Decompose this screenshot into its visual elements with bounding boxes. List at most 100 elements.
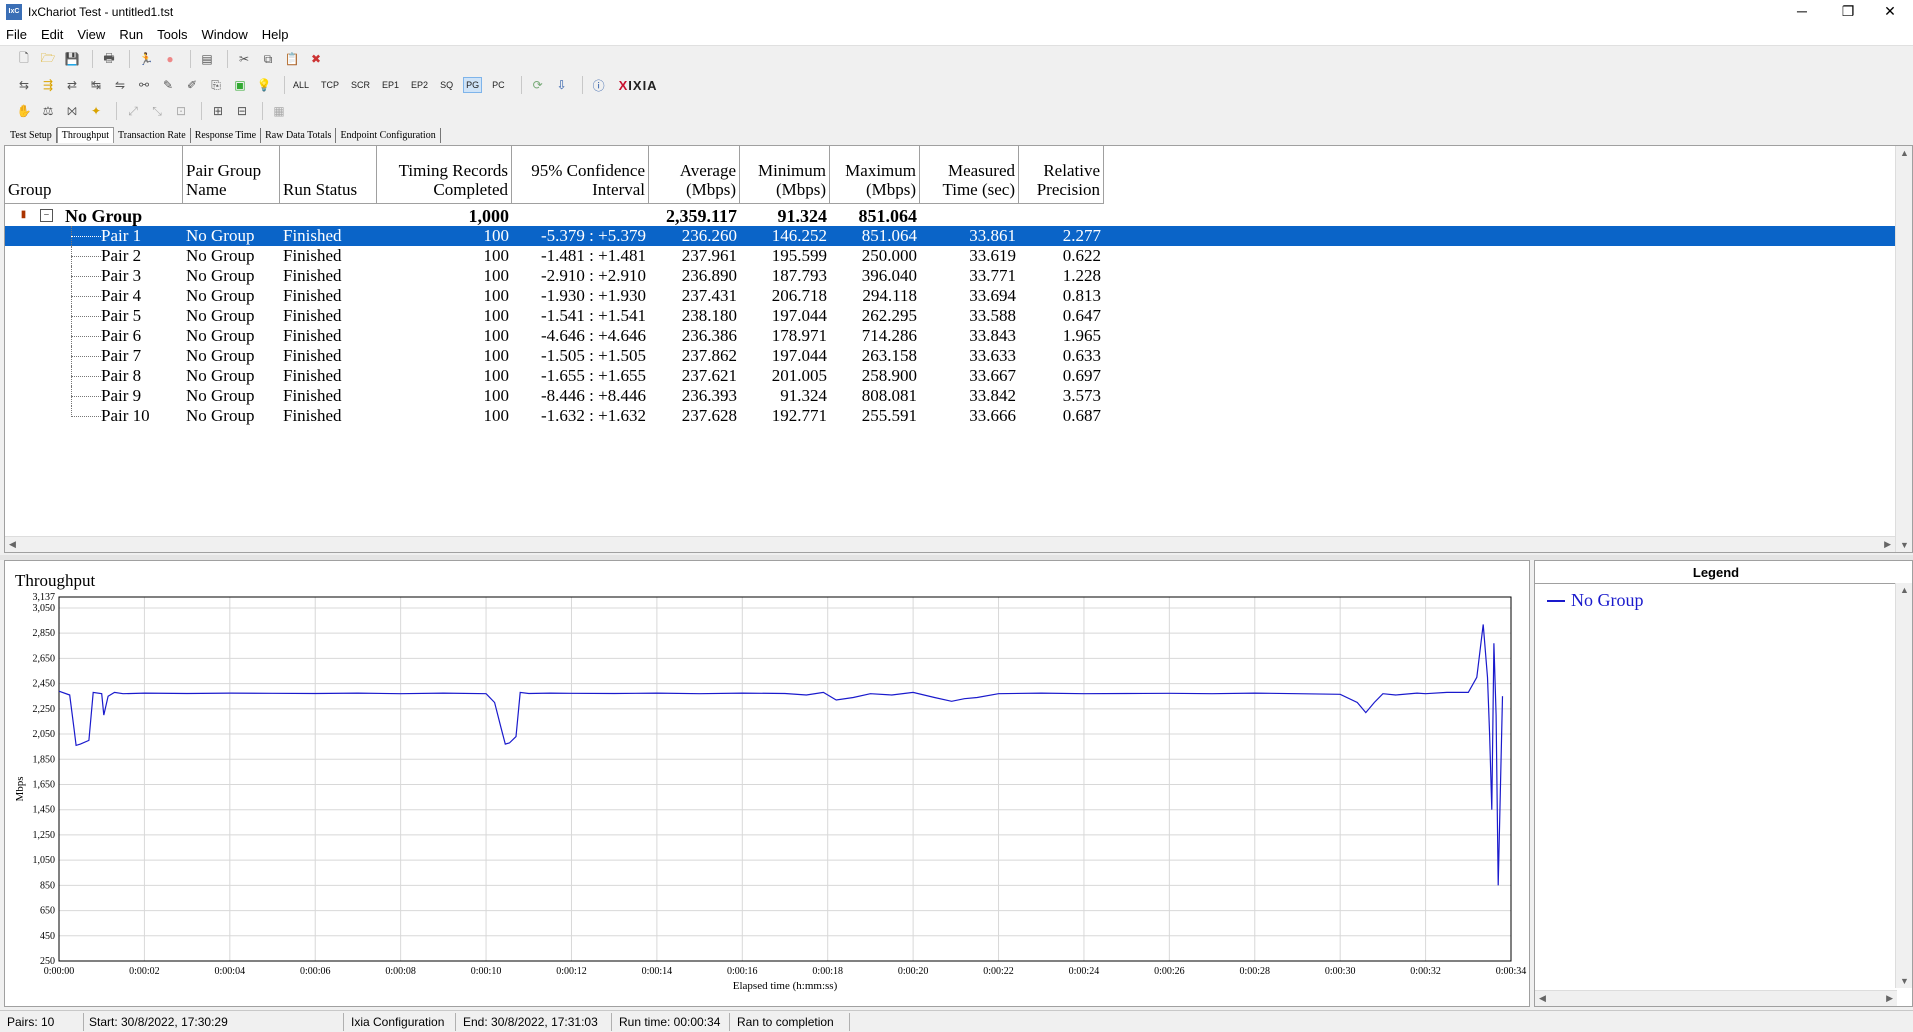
header-group-line2: Group xyxy=(8,180,52,199)
group-row[interactable]: ▮ − No Group 1,000 2,359.117 91.324 851.… xyxy=(5,206,1895,226)
new-file-icon[interactable]: 🗋 xyxy=(14,49,34,69)
menu-file[interactable]: File xyxy=(6,27,27,42)
info-bulb-icon[interactable]: 💡 xyxy=(254,75,274,95)
delete-icon[interactable]: ✖ xyxy=(306,49,326,69)
cut-icon[interactable]: ✂ xyxy=(234,49,254,69)
tab-throughput[interactable]: Throughput xyxy=(56,127,115,143)
header-run-status[interactable]: Run Status xyxy=(280,146,377,203)
stop-icon[interactable]: ● xyxy=(160,49,180,69)
legend-scroll-right-icon[interactable]: ▶ xyxy=(1886,993,1893,1004)
header-timing-records[interactable]: Timing Records Completed xyxy=(377,146,512,203)
network-icon[interactable]: ⚯ xyxy=(134,75,154,95)
menu-edit[interactable]: Edit xyxy=(41,27,63,42)
tab-endpoint-configuration[interactable]: Endpoint Configuration xyxy=(336,128,441,143)
tab-test-setup[interactable]: Test Setup xyxy=(6,128,57,143)
collapse-icon[interactable]: ⊟ xyxy=(232,101,252,121)
zoom-fit-icon[interactable]: ⊡ xyxy=(171,101,191,121)
zoom-in-icon[interactable]: ⤢ xyxy=(123,101,143,121)
cell-run-status: Finished xyxy=(283,266,342,285)
header-relative-precision-line2: Precision xyxy=(1036,180,1100,199)
cell-pair-group-name: No Group xyxy=(186,286,255,305)
header-group[interactable]: Group xyxy=(5,146,183,203)
paste-icon[interactable]: 📋 xyxy=(282,49,302,69)
menu-run[interactable]: Run xyxy=(119,27,143,42)
view-ep1-button[interactable]: EP1 xyxy=(380,78,401,92)
cell-minimum: 195.599 xyxy=(771,246,827,265)
tab-raw-data-totals[interactable]: Raw Data Totals xyxy=(261,128,337,143)
export-icon[interactable]: ⇩ xyxy=(552,75,572,95)
menu-window[interactable]: Window xyxy=(202,27,248,42)
tab-response-time[interactable]: Response Time xyxy=(191,128,262,143)
header-measured-time[interactable]: Measured Time (sec) xyxy=(920,146,1019,203)
view-tcp-button[interactable]: TCP xyxy=(319,78,341,92)
table-row[interactable]: Pair 6 No Group Finished 100 -4.646 : +4.646… xyxy=(5,326,1895,346)
edit-icon[interactable]: ✎ xyxy=(158,75,178,95)
header-pair-group-name[interactable]: Pair Group Name xyxy=(183,146,280,203)
view-ep2-button[interactable]: EP2 xyxy=(409,78,430,92)
scroll-up-icon[interactable]: ▲ xyxy=(1900,148,1909,158)
table-row[interactable]: Pair 10 No Group Finished 100 -1.632 : +1.63… xyxy=(5,406,1895,426)
print-icon[interactable]: 🖶 xyxy=(99,49,119,69)
properties-icon[interactable]: ▤ xyxy=(197,49,217,69)
expand-icon[interactable]: ⊞ xyxy=(208,101,228,121)
header-minimum[interactable]: Minimum (Mbps) xyxy=(740,146,830,203)
run-icon[interactable]: 🏃 xyxy=(136,49,156,69)
swap-icon[interactable]: ⇋ xyxy=(110,75,130,95)
table-row[interactable]: Pair 7 No Group Finished 100 -1.505 : +1.505… xyxy=(5,346,1895,366)
copy-icon[interactable]: ⧉ xyxy=(258,49,278,69)
legend-entry-no-group[interactable]: No Group xyxy=(1547,590,1644,611)
collapse-tree-icon[interactable]: − xyxy=(40,209,53,222)
restore-button[interactable]: ❐ xyxy=(1825,0,1871,24)
scroll-right-icon[interactable]: ▶ xyxy=(1884,539,1891,550)
zoom-out-icon[interactable]: ⤡ xyxy=(147,101,167,121)
merge-icon[interactable]: ⨝ xyxy=(62,101,82,121)
menu-help[interactable]: Help xyxy=(262,27,289,42)
header-relative-precision[interactable]: Relative Precision xyxy=(1019,146,1104,203)
legend-vertical-scrollbar[interactable]: ▲ ▼ xyxy=(1895,583,1912,988)
legend-scroll-up-icon[interactable]: ▲ xyxy=(1900,585,1909,595)
legend-scroll-down-icon[interactable]: ▼ xyxy=(1900,976,1909,986)
table-row[interactable]: Pair 4 No Group Finished 100 -1.930 : +1.930… xyxy=(5,286,1895,306)
cell-measured-time: 33.771 xyxy=(969,266,1016,285)
add-pair-icon[interactable]: ⇆ xyxy=(14,75,34,95)
close-button[interactable]: ✕ xyxy=(1867,0,1913,24)
legend-horizontal-scrollbar[interactable]: ◀ ▶ xyxy=(1535,990,1897,1006)
table-row[interactable]: Pair 8 No Group Finished 100 -1.655 : +1.655… xyxy=(5,366,1895,386)
menu-view[interactable]: View xyxy=(77,27,105,42)
script-icon[interactable]: ✐ xyxy=(182,75,202,95)
compare-icon[interactable]: ⚖ xyxy=(38,101,58,121)
replicate-icon[interactable]: ⎘ xyxy=(206,75,226,95)
edit-pair-icon[interactable]: ⇄ xyxy=(62,75,82,95)
filter-icon[interactable]: ▣ xyxy=(230,75,250,95)
menu-tools[interactable]: Tools xyxy=(157,27,187,42)
rename-icon[interactable]: ↹ xyxy=(86,75,106,95)
save-icon[interactable]: 💾 xyxy=(62,49,82,69)
legend-scroll-left-icon[interactable]: ◀ xyxy=(1539,993,1546,1004)
view-pg-button[interactable]: PG xyxy=(463,77,483,93)
table-row[interactable]: Pair 2 No Group Finished 100 -1.481 : +1.481… xyxy=(5,246,1895,266)
header-average[interactable]: Average (Mbps) xyxy=(649,146,740,203)
minimize-button[interactable]: ─ xyxy=(1779,0,1825,24)
grid-icon[interactable]: ▦ xyxy=(269,101,289,121)
about-info-icon[interactable]: ⓘ xyxy=(589,75,609,95)
scroll-left-icon[interactable]: ◀ xyxy=(9,539,16,550)
header-confidence-interval[interactable]: 95% Confidence Interval xyxy=(512,146,649,203)
view-sq-button[interactable]: SQ xyxy=(438,78,455,92)
wizard-icon[interactable]: ✦ xyxy=(86,101,106,121)
header-maximum[interactable]: Maximum (Mbps) xyxy=(830,146,920,203)
tab-transaction-rate[interactable]: Transaction Rate xyxy=(114,128,191,143)
refresh-icon[interactable]: ⟳ xyxy=(528,75,548,95)
table-row[interactable]: Pair 5 No Group Finished 100 -1.541 : +1.541… xyxy=(5,306,1895,326)
view-pc-button[interactable]: PC xyxy=(490,78,507,92)
hand-icon[interactable]: ✋ xyxy=(14,101,34,121)
add-multicast-icon[interactable]: ⇶ xyxy=(38,75,58,95)
grid-horizontal-scrollbar[interactable]: ◀ ▶ xyxy=(5,536,1895,552)
table-row[interactable]: Pair 9 No Group Finished 100 -8.446 : +8.446… xyxy=(5,386,1895,406)
open-folder-icon[interactable]: 🗁 xyxy=(38,49,58,69)
table-row[interactable]: Pair 1 No Group Finished 100 -5.379 : +5.379… xyxy=(5,226,1895,246)
grid-vertical-scrollbar[interactable]: ▲ ▼ xyxy=(1895,146,1912,552)
view-scr-button[interactable]: SCR xyxy=(349,78,372,92)
view-all-button[interactable]: ALL xyxy=(291,78,311,92)
table-row[interactable]: Pair 3 No Group Finished 100 -2.910 : +2.910… xyxy=(5,266,1895,286)
scroll-down-icon[interactable]: ▼ xyxy=(1900,540,1909,550)
